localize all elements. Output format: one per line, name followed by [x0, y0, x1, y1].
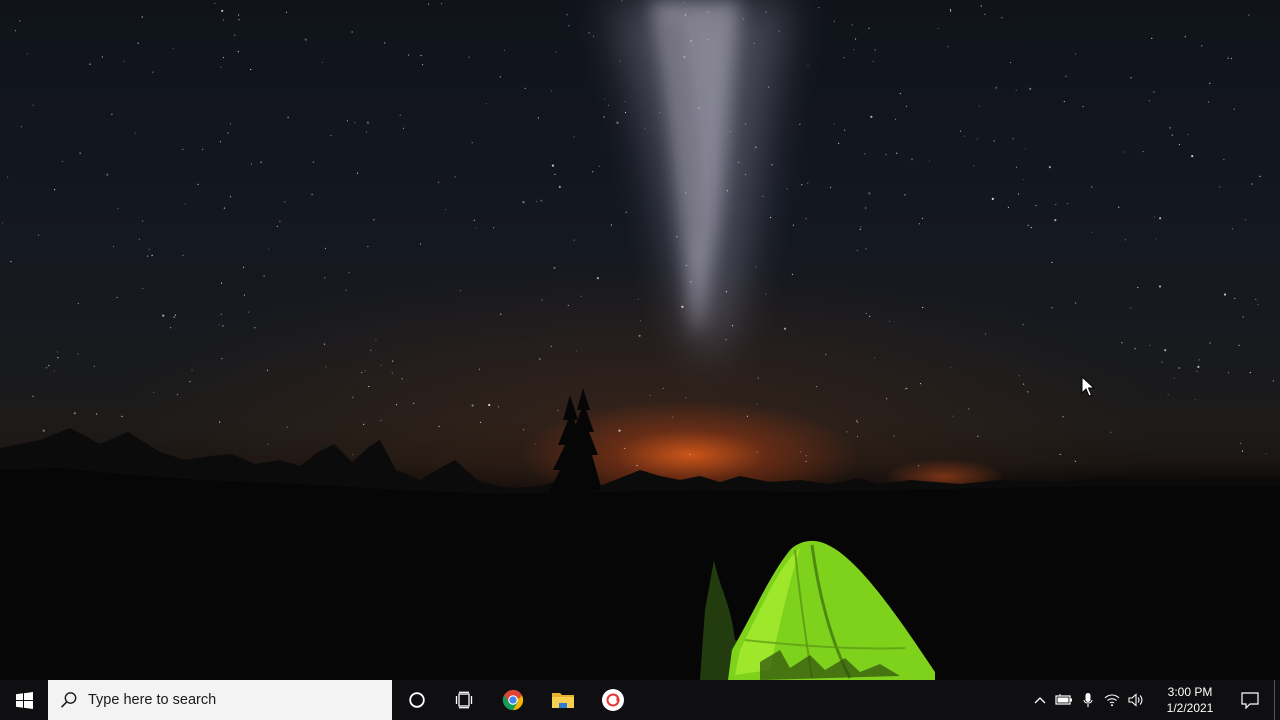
desktop-wallpaper[interactable]	[0, 0, 1280, 680]
action-center-button[interactable]	[1226, 680, 1274, 720]
folder-icon	[552, 693, 574, 708]
volume-button[interactable]	[1124, 680, 1148, 720]
network-button[interactable]	[1100, 680, 1124, 720]
file-explorer-app-button[interactable]	[538, 680, 588, 720]
battery-button[interactable]	[1052, 680, 1076, 720]
notification-icon	[1241, 691, 1259, 709]
wallpaper-landscape	[0, 388, 1280, 680]
cortana-button[interactable]	[392, 680, 442, 720]
clock-date: 1/2/2021	[1166, 701, 1214, 715]
show-hidden-icons-button[interactable]	[1028, 680, 1052, 720]
recorder-icon	[602, 689, 624, 711]
chrome-icon	[502, 689, 524, 711]
chrome-app-button[interactable]	[488, 680, 538, 720]
start-button[interactable]	[0, 680, 48, 720]
mouse-pointer-icon	[1081, 376, 1095, 397]
search-input[interactable]: Type here to search	[48, 680, 392, 720]
system-tray: 3:00 PM 1/2/2021	[1028, 680, 1280, 720]
battery-icon	[1055, 694, 1072, 705]
volume-icon	[1128, 693, 1143, 707]
cortana-circle-icon	[409, 692, 425, 708]
wifi-icon	[1104, 694, 1120, 707]
recorder-app-button[interactable]	[588, 680, 638, 720]
show-desktop-button[interactable]	[1274, 680, 1280, 720]
clock-time: 3:00 PM	[1167, 685, 1213, 699]
chevron-up-icon	[1034, 697, 1046, 704]
microphone-button[interactable]	[1076, 680, 1100, 720]
windows-logo-icon	[15, 691, 33, 709]
microphone-icon	[1083, 693, 1093, 707]
clock[interactable]: 3:00 PM 1/2/2021	[1154, 680, 1226, 720]
task-view-button[interactable]	[442, 680, 488, 720]
search-icon	[60, 690, 80, 710]
taskbar: Type here to search 3:00 PM 1/2/2021	[0, 680, 1280, 720]
search-placeholder: Type here to search	[88, 692, 217, 708]
task-view-icon	[455, 691, 473, 709]
